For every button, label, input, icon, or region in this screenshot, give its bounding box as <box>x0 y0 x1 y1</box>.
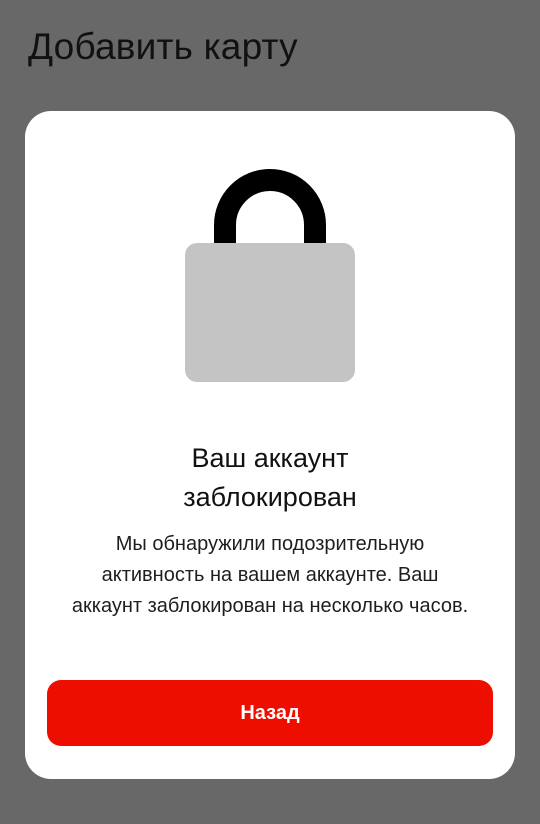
dialog-message: Мы обнаружили подозрительную активность … <box>71 533 469 617</box>
back-button[interactable]: Назад <box>47 680 493 746</box>
dialog-title: Ваш аккаунт заблокирован <box>45 439 495 517</box>
lock-shackle <box>214 169 326 245</box>
lock-body <box>185 243 355 382</box>
page-title: Добавить карту <box>28 26 298 67</box>
lock-icon <box>185 169 355 382</box>
dialog-title-line-1: Ваш аккаунт <box>191 443 349 473</box>
account-blocked-dialog: Ваш аккаунт заблокирован Мы обнаружили п… <box>25 111 515 779</box>
dialog-title-line-2: заблокирован <box>183 482 357 512</box>
